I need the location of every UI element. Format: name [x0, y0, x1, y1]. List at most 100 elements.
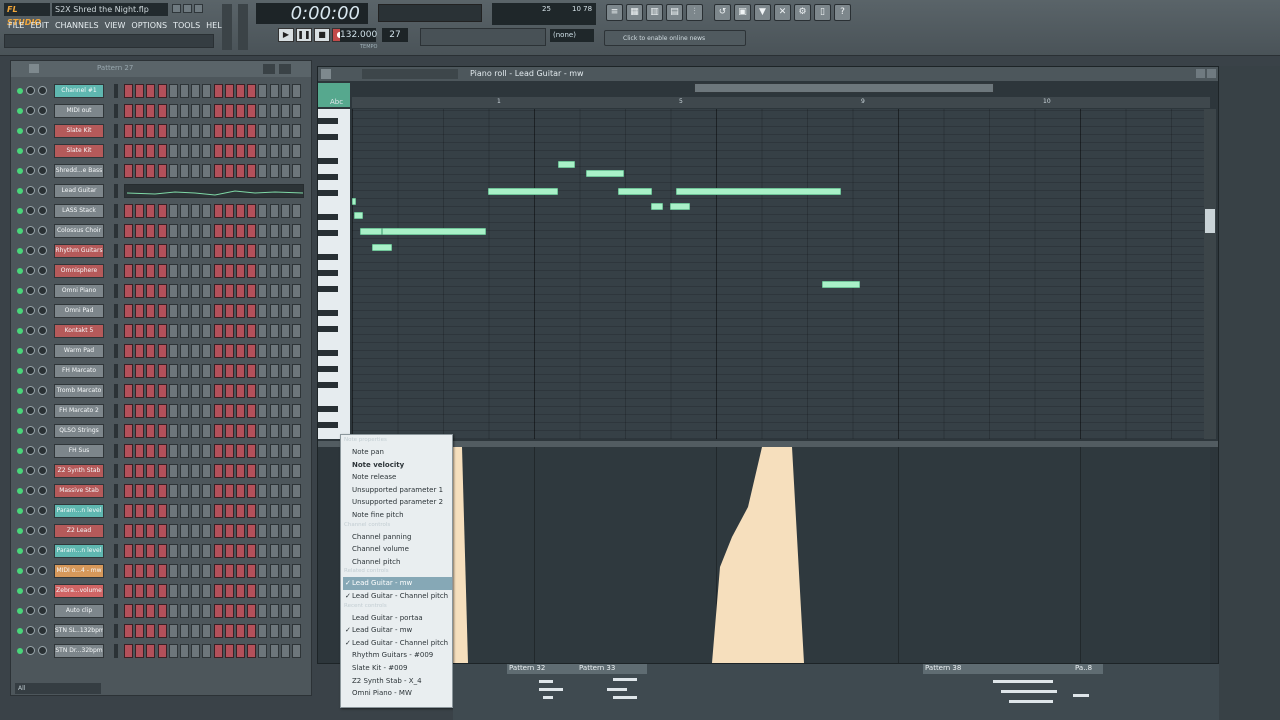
step-button[interactable] — [202, 104, 212, 118]
step-button[interactable] — [247, 224, 257, 238]
channel-led-icon[interactable] — [17, 568, 23, 574]
black-key[interactable] — [318, 286, 338, 292]
step-button[interactable] — [269, 564, 279, 578]
channel-row[interactable]: FH Marcato 2 — [11, 401, 311, 421]
step-button[interactable] — [135, 384, 145, 398]
step-button[interactable] — [224, 244, 234, 258]
channel-filter[interactable]: All — [15, 683, 101, 694]
step-button[interactable] — [213, 84, 223, 98]
volume-knob[interactable] — [38, 546, 47, 555]
step-button[interactable] — [258, 244, 268, 258]
step-button[interactable] — [168, 144, 178, 158]
step-button[interactable] — [280, 284, 290, 298]
step-button[interactable] — [213, 244, 223, 258]
volume-knob[interactable] — [38, 126, 47, 135]
pan-knob[interactable] — [26, 226, 35, 235]
step-button[interactable] — [180, 464, 189, 478]
step-button[interactable] — [202, 504, 212, 518]
step-button[interactable] — [180, 424, 189, 438]
channel-row[interactable]: Z2 Lead — [11, 521, 311, 541]
menu-tools[interactable]: TOOLS — [173, 19, 200, 32]
channel-name-button[interactable]: Warm Pad — [54, 344, 104, 358]
step-button[interactable] — [236, 204, 245, 218]
step-button[interactable] — [202, 524, 212, 538]
step-button[interactable] — [191, 304, 201, 318]
step-button[interactable] — [168, 384, 178, 398]
channel-name-button[interactable]: Shredd...e Bass — [54, 164, 104, 178]
step-button[interactable] — [258, 344, 268, 358]
step-button[interactable] — [269, 164, 279, 178]
channel-led-icon[interactable] — [17, 408, 23, 414]
black-key[interactable] — [318, 350, 338, 356]
channel-select-light[interactable] — [114, 344, 118, 358]
step-button[interactable] — [280, 624, 290, 638]
step-button[interactable] — [258, 644, 268, 658]
step-button[interactable] — [269, 224, 279, 238]
channel-name-button[interactable]: MIDI out — [54, 104, 104, 118]
step-button[interactable] — [269, 264, 279, 278]
pan-knob[interactable] — [26, 286, 35, 295]
step-button[interactable] — [180, 384, 189, 398]
step-button[interactable] — [213, 424, 223, 438]
step-button[interactable] — [224, 204, 234, 218]
step-button[interactable] — [213, 264, 223, 278]
step-button[interactable] — [168, 364, 178, 378]
step-button[interactable] — [191, 344, 201, 358]
step-button[interactable] — [224, 364, 234, 378]
menu-item[interactable]: ✓ Lead Guitar - Channel pitch — [343, 590, 452, 603]
step-button[interactable] — [224, 544, 234, 558]
step-button[interactable] — [146, 244, 156, 258]
step-button[interactable] — [247, 564, 257, 578]
channel-led-icon[interactable] — [17, 208, 23, 214]
channel-row[interactable]: LASS Stack — [11, 201, 311, 221]
volume-knob[interactable] — [38, 386, 47, 395]
channel-piano-roll-preview[interactable] — [124, 184, 304, 198]
step-button[interactable] — [269, 624, 279, 638]
keyboard-editor-icon[interactable] — [279, 64, 291, 74]
step-button[interactable] — [269, 524, 279, 538]
channel-name-button[interactable]: Z2 Lead — [54, 524, 104, 538]
channel-name-button[interactable]: MIDI o...4 - mw — [54, 564, 104, 578]
channel-name-button[interactable]: STN SL..132bpm — [54, 624, 104, 638]
step-button[interactable] — [146, 364, 156, 378]
step-button[interactable] — [202, 564, 212, 578]
pan-knob[interactable] — [26, 626, 35, 635]
channel-name-button[interactable]: Zebra...volume — [54, 584, 104, 598]
step-button[interactable] — [292, 384, 301, 398]
step-button[interactable] — [292, 404, 301, 418]
step-button[interactable] — [247, 204, 257, 218]
channel-row[interactable]: Massive Stab — [11, 481, 311, 501]
step-button[interactable] — [124, 564, 133, 578]
black-key[interactable] — [318, 230, 338, 236]
step-button[interactable] — [224, 344, 234, 358]
step-button[interactable] — [247, 324, 257, 338]
channel-select-light[interactable] — [114, 304, 118, 318]
step-button[interactable] — [180, 524, 189, 538]
step-button[interactable] — [202, 484, 212, 498]
step-button[interactable] — [124, 84, 133, 98]
step-button[interactable] — [135, 344, 145, 358]
volume-knob[interactable] — [38, 186, 47, 195]
channel-select-light[interactable] — [114, 584, 118, 598]
channel-row[interactable]: Z2 Synth Stab — [11, 461, 311, 481]
mixer-icon[interactable]: ⫶ — [686, 4, 703, 21]
step-button[interactable] — [224, 164, 234, 178]
step-button[interactable] — [247, 424, 257, 438]
channel-name-button[interactable]: Tromb Marcato — [54, 384, 104, 398]
step-button[interactable] — [124, 584, 133, 598]
step-button[interactable] — [191, 244, 201, 258]
channel-led-icon[interactable] — [17, 168, 23, 174]
step-button[interactable] — [191, 604, 201, 618]
step-button[interactable] — [146, 284, 156, 298]
step-button[interactable] — [124, 384, 133, 398]
menu-file[interactable]: FILE — [8, 19, 24, 32]
channel-select-light[interactable] — [114, 464, 118, 478]
step-button[interactable] — [224, 644, 234, 658]
channel-name-button[interactable]: Slate Kit — [54, 144, 104, 158]
step-button[interactable] — [191, 384, 201, 398]
step-button[interactable] — [168, 484, 178, 498]
step-button[interactable] — [124, 284, 133, 298]
note[interactable] — [676, 188, 841, 195]
step-button[interactable] — [269, 344, 279, 358]
step-button[interactable] — [124, 504, 133, 518]
